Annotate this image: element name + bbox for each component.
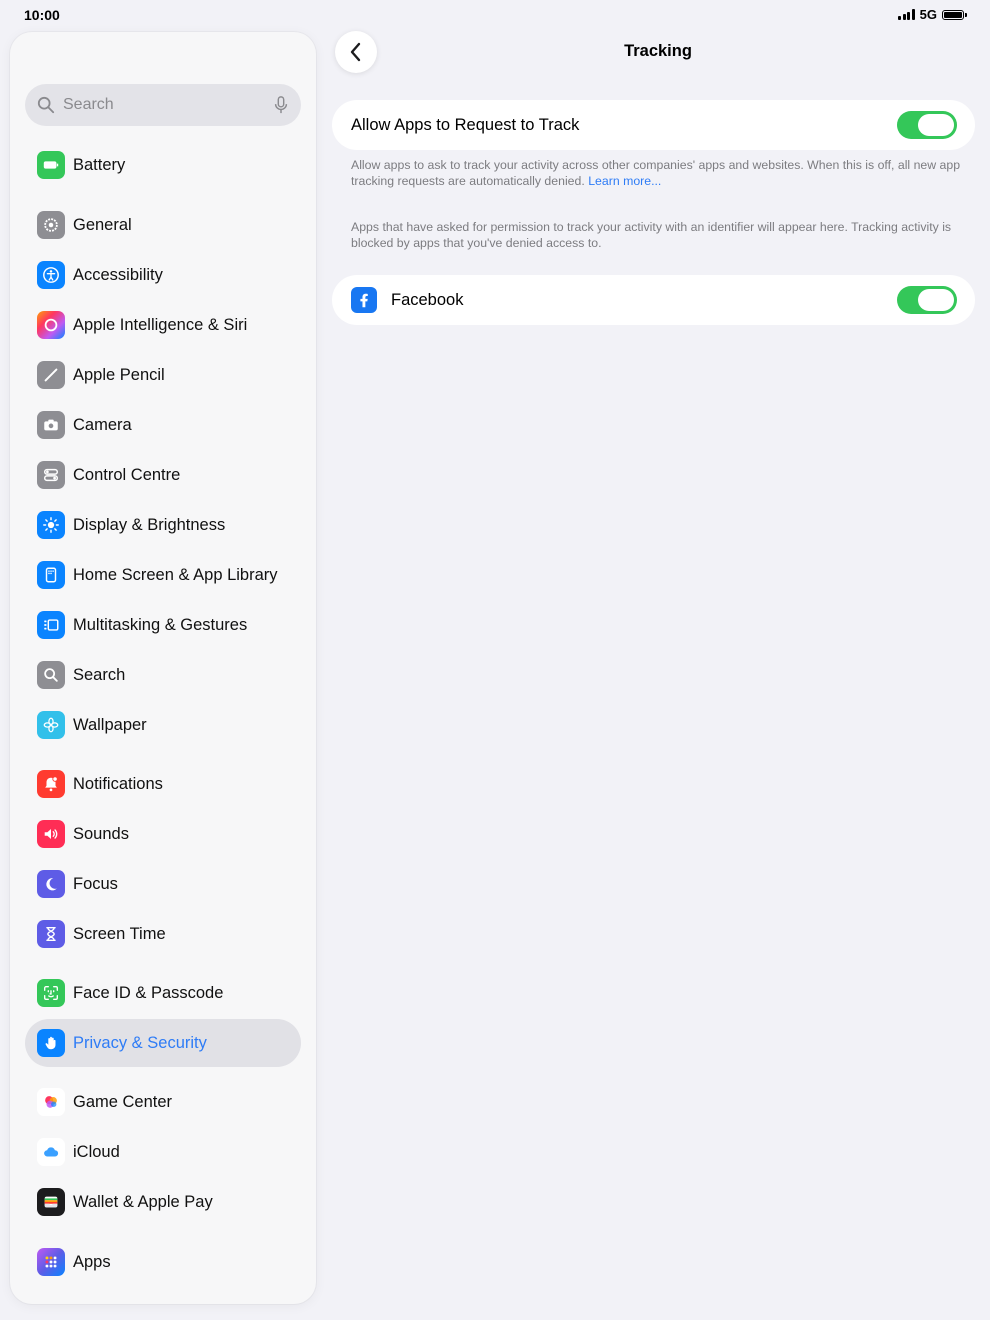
sidebar-item-apple-intelligence[interactable]: Apple Intelligence & Siri [25,301,301,349]
sidebar-item-label: Apple Pencil [73,365,165,384]
sidebar-item-search[interactable]: Search [25,651,301,699]
sidebar-item-wallpaper[interactable]: Wallpaper [25,701,301,749]
sidebar-item-label: Focus [73,874,118,893]
sidebar-item-screen-time[interactable]: Screen Time [25,910,301,958]
face-id-icon [37,979,65,1007]
sidebar-item-wallet[interactable]: Wallet & Apple Pay [25,1178,301,1226]
sidebar-item-label: Privacy & Security [73,1033,207,1052]
hourglass-icon [37,920,65,948]
apple-intelligence-icon [37,311,65,339]
network-type: 5G [919,7,937,22]
sidebar-item-apple-pencil[interactable]: Apple Pencil [25,351,301,399]
sidebar-item-control-centre[interactable]: Control Centre [25,451,301,499]
sidebar-item-label: Face ID & Passcode [73,983,224,1002]
allow-tracking-footnote: Allow apps to ask to track your activity… [351,158,961,189]
allow-tracking-toggle[interactable] [897,111,957,139]
sidebar-item-label: Display & Brightness [73,515,226,534]
sidebar-item-apps[interactable]: Apps [25,1238,301,1286]
sidebar-item-notifications[interactable]: Notifications [25,760,301,808]
search-field[interactable]: Search [25,84,301,126]
sidebar-item-home-screen[interactable]: Home Screen & App Library [25,551,301,599]
page-title: Tracking [624,42,692,60]
sidebar-item-sounds[interactable]: Sounds [25,810,301,858]
bell-icon [37,770,65,798]
sidebar-item-label: Battery [73,155,126,174]
sidebar-item-label: General [73,215,132,234]
microphone-icon[interactable] [273,96,289,114]
home-screen-icon [37,561,65,589]
battery-status-icon [942,9,967,20]
sidebar-item-label: Multitasking & Gestures [73,615,248,634]
facebook-tracking-toggle[interactable] [897,286,957,314]
sidebar-item-camera[interactable]: Camera [25,401,301,449]
accessibility-icon [37,261,65,289]
sidebar-item-label: Game Center [73,1092,173,1111]
status-indicators: 5G [898,7,967,22]
apps-grid-icon [37,1248,65,1276]
cloud-icon [37,1138,65,1166]
sidebar-item-general[interactable]: General [25,201,301,249]
allow-tracking-row: Allow Apps to Request to Track [332,100,975,150]
battery-icon [37,151,65,179]
wallet-icon [37,1188,65,1216]
multitasking-icon [37,611,65,639]
moon-icon [37,870,65,898]
facebook-icon [351,287,377,313]
sidebar-item-focus[interactable]: Focus [25,860,301,908]
sidebar-item-accessibility[interactable]: Accessibility [25,251,301,299]
magnifier-icon [37,96,55,114]
sidebar-item-label: Camera [73,415,132,434]
sidebar-item-label: Wallpaper [73,715,147,734]
pencil-icon [37,361,65,389]
speaker-icon [37,820,65,848]
sidebar-item-label: Accessibility [73,265,163,284]
back-button[interactable] [335,31,377,73]
search-icon [37,661,65,689]
sidebar-item-display-brightness[interactable]: Display & Brightness [25,501,301,549]
sidebar-item-face-id[interactable]: Face ID & Passcode [25,969,301,1017]
wallpaper-icon [37,711,65,739]
app-row-facebook: Facebook [332,275,975,325]
allow-tracking-label: Allow Apps to Request to Track [351,115,580,134]
sidebar-item-battery[interactable]: Battery [25,141,301,189]
sidebar-item-label: Notifications [73,774,163,793]
cellular-signal-icon [898,9,915,20]
game-center-icon [37,1088,65,1116]
sidebar-item-label: Sounds [73,824,129,843]
hand-icon [37,1029,65,1057]
sidebar-item-multitasking[interactable]: Multitasking & Gestures [25,601,301,649]
sidebar-item-label: Screen Time [73,924,166,943]
status-time: 10:00 [24,7,60,23]
sidebar-item-label: Home Screen & App Library [73,565,278,584]
sidebar-item-label: Apple Intelligence & Siri [73,315,248,334]
control-centre-icon [37,461,65,489]
learn-more-link[interactable]: Learn more... [588,174,661,188]
sidebar-item-privacy-security[interactable]: Privacy & Security [25,1019,301,1067]
sidebar-item-label: iCloud [73,1142,120,1161]
sidebar-item-label: Search [73,665,126,684]
app-name: Facebook [391,290,464,309]
settings-sidebar: Search Battery General Accessibility App… [10,32,316,1304]
sidebar-item-icloud[interactable]: iCloud [25,1128,301,1176]
camera-icon [37,411,65,439]
sidebar-item-label: Wallet & Apple Pay [73,1192,213,1211]
sidebar-item-label: Control Centre [73,465,181,484]
chevron-left-icon [350,42,361,62]
sidebar-item-game-center[interactable]: Game Center [25,1078,301,1126]
gear-icon [37,211,65,239]
search-placeholder: Search [63,96,114,113]
sidebar-item-label: Apps [73,1252,111,1271]
brightness-icon [37,511,65,539]
tracking-apps-footnote: Apps that have asked for permission to t… [351,220,952,250]
